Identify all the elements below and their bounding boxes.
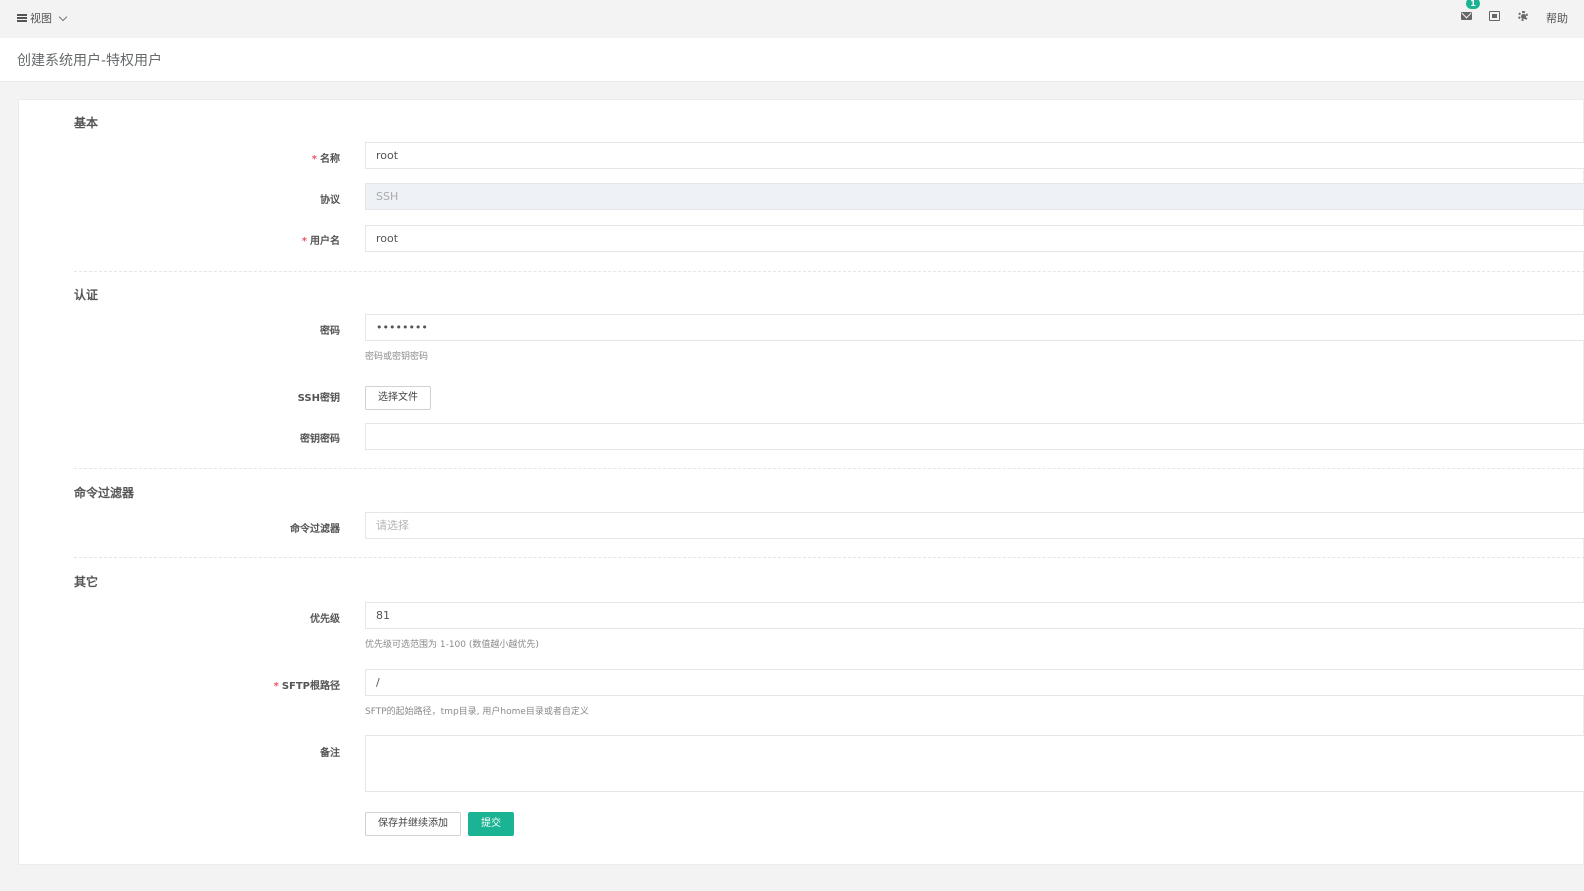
section-title-basic: 基本 — [74, 116, 99, 130]
section-title-other: 其它 — [74, 575, 99, 589]
priority-input[interactable]: 81 — [365, 602, 1584, 629]
form-panel: 基本 * 名称 root 协议 SSH * 用户名 root 认证 密码 •••••… — [18, 99, 1584, 865]
section-title-auth: 认证 — [74, 288, 99, 302]
key-password-label: 密钥密码 — [300, 434, 340, 445]
username-input[interactable]: root — [365, 225, 1584, 252]
protocol-label: 协议 — [320, 195, 340, 206]
page-title: 创建系统用户-特权用户 — [17, 53, 163, 69]
password-input[interactable]: •••••••• — [365, 314, 1584, 341]
password-help: 密码或密钥密码 — [365, 352, 429, 362]
key-password-input[interactable] — [365, 423, 1584, 450]
sftp-root-help: SFTP的起始路径，tmp目录, 用户home目录或者自定义 — [365, 707, 589, 717]
page-heading: 创建系统用户-特权用户 — [0, 38, 1584, 82]
terminal-icon[interactable] — [1489, 10, 1501, 22]
section-divider — [74, 271, 1584, 272]
submit-button[interactable]: 提交 — [468, 812, 514, 836]
save-continue-button[interactable]: 保存并继续添加 — [365, 812, 461, 836]
gear-icon[interactable] — [1517, 10, 1529, 22]
ssh-key-label: SSH密钥 — [297, 393, 340, 404]
view-menu-label: 视图 — [30, 12, 52, 25]
notification-badge: 1 — [1466, 0, 1480, 9]
section-title-command-filter: 命令过滤器 — [74, 486, 135, 500]
section-divider — [74, 557, 1584, 558]
priority-help: 优先级可选范围为 1-100 (数值越小越优先) — [365, 640, 539, 650]
name-label: * 名称 — [311, 154, 340, 165]
top-navbar: 视图 1 帮助 — [0, 0, 1584, 38]
chevron-down-icon — [58, 12, 68, 21]
cmd-filter-select[interactable]: 请选择 — [365, 512, 1584, 539]
username-label: * 用户名 — [301, 236, 340, 247]
cmd-filter-label: 命令过滤器 — [290, 524, 340, 535]
sftp-root-input[interactable]: / — [365, 669, 1584, 696]
password-label: 密码 — [320, 326, 340, 337]
envelope-icon[interactable] — [1461, 8, 1473, 22]
choose-file-button[interactable]: 选择文件 — [365, 386, 431, 410]
view-menu-toggle[interactable]: 视图 — [17, 10, 68, 26]
help-link[interactable]: 帮助 — [1546, 10, 1568, 26]
priority-label: 优先级 — [310, 614, 340, 625]
section-divider — [74, 468, 1584, 469]
comment-textarea[interactable] — [365, 735, 1584, 792]
name-input[interactable]: root — [365, 142, 1584, 169]
protocol-input: SSH — [365, 183, 1584, 210]
sftp-root-label: * SFTP根路径 — [273, 681, 340, 692]
hamburger-icon — [17, 14, 27, 22]
comment-label: 备注 — [320, 748, 340, 759]
